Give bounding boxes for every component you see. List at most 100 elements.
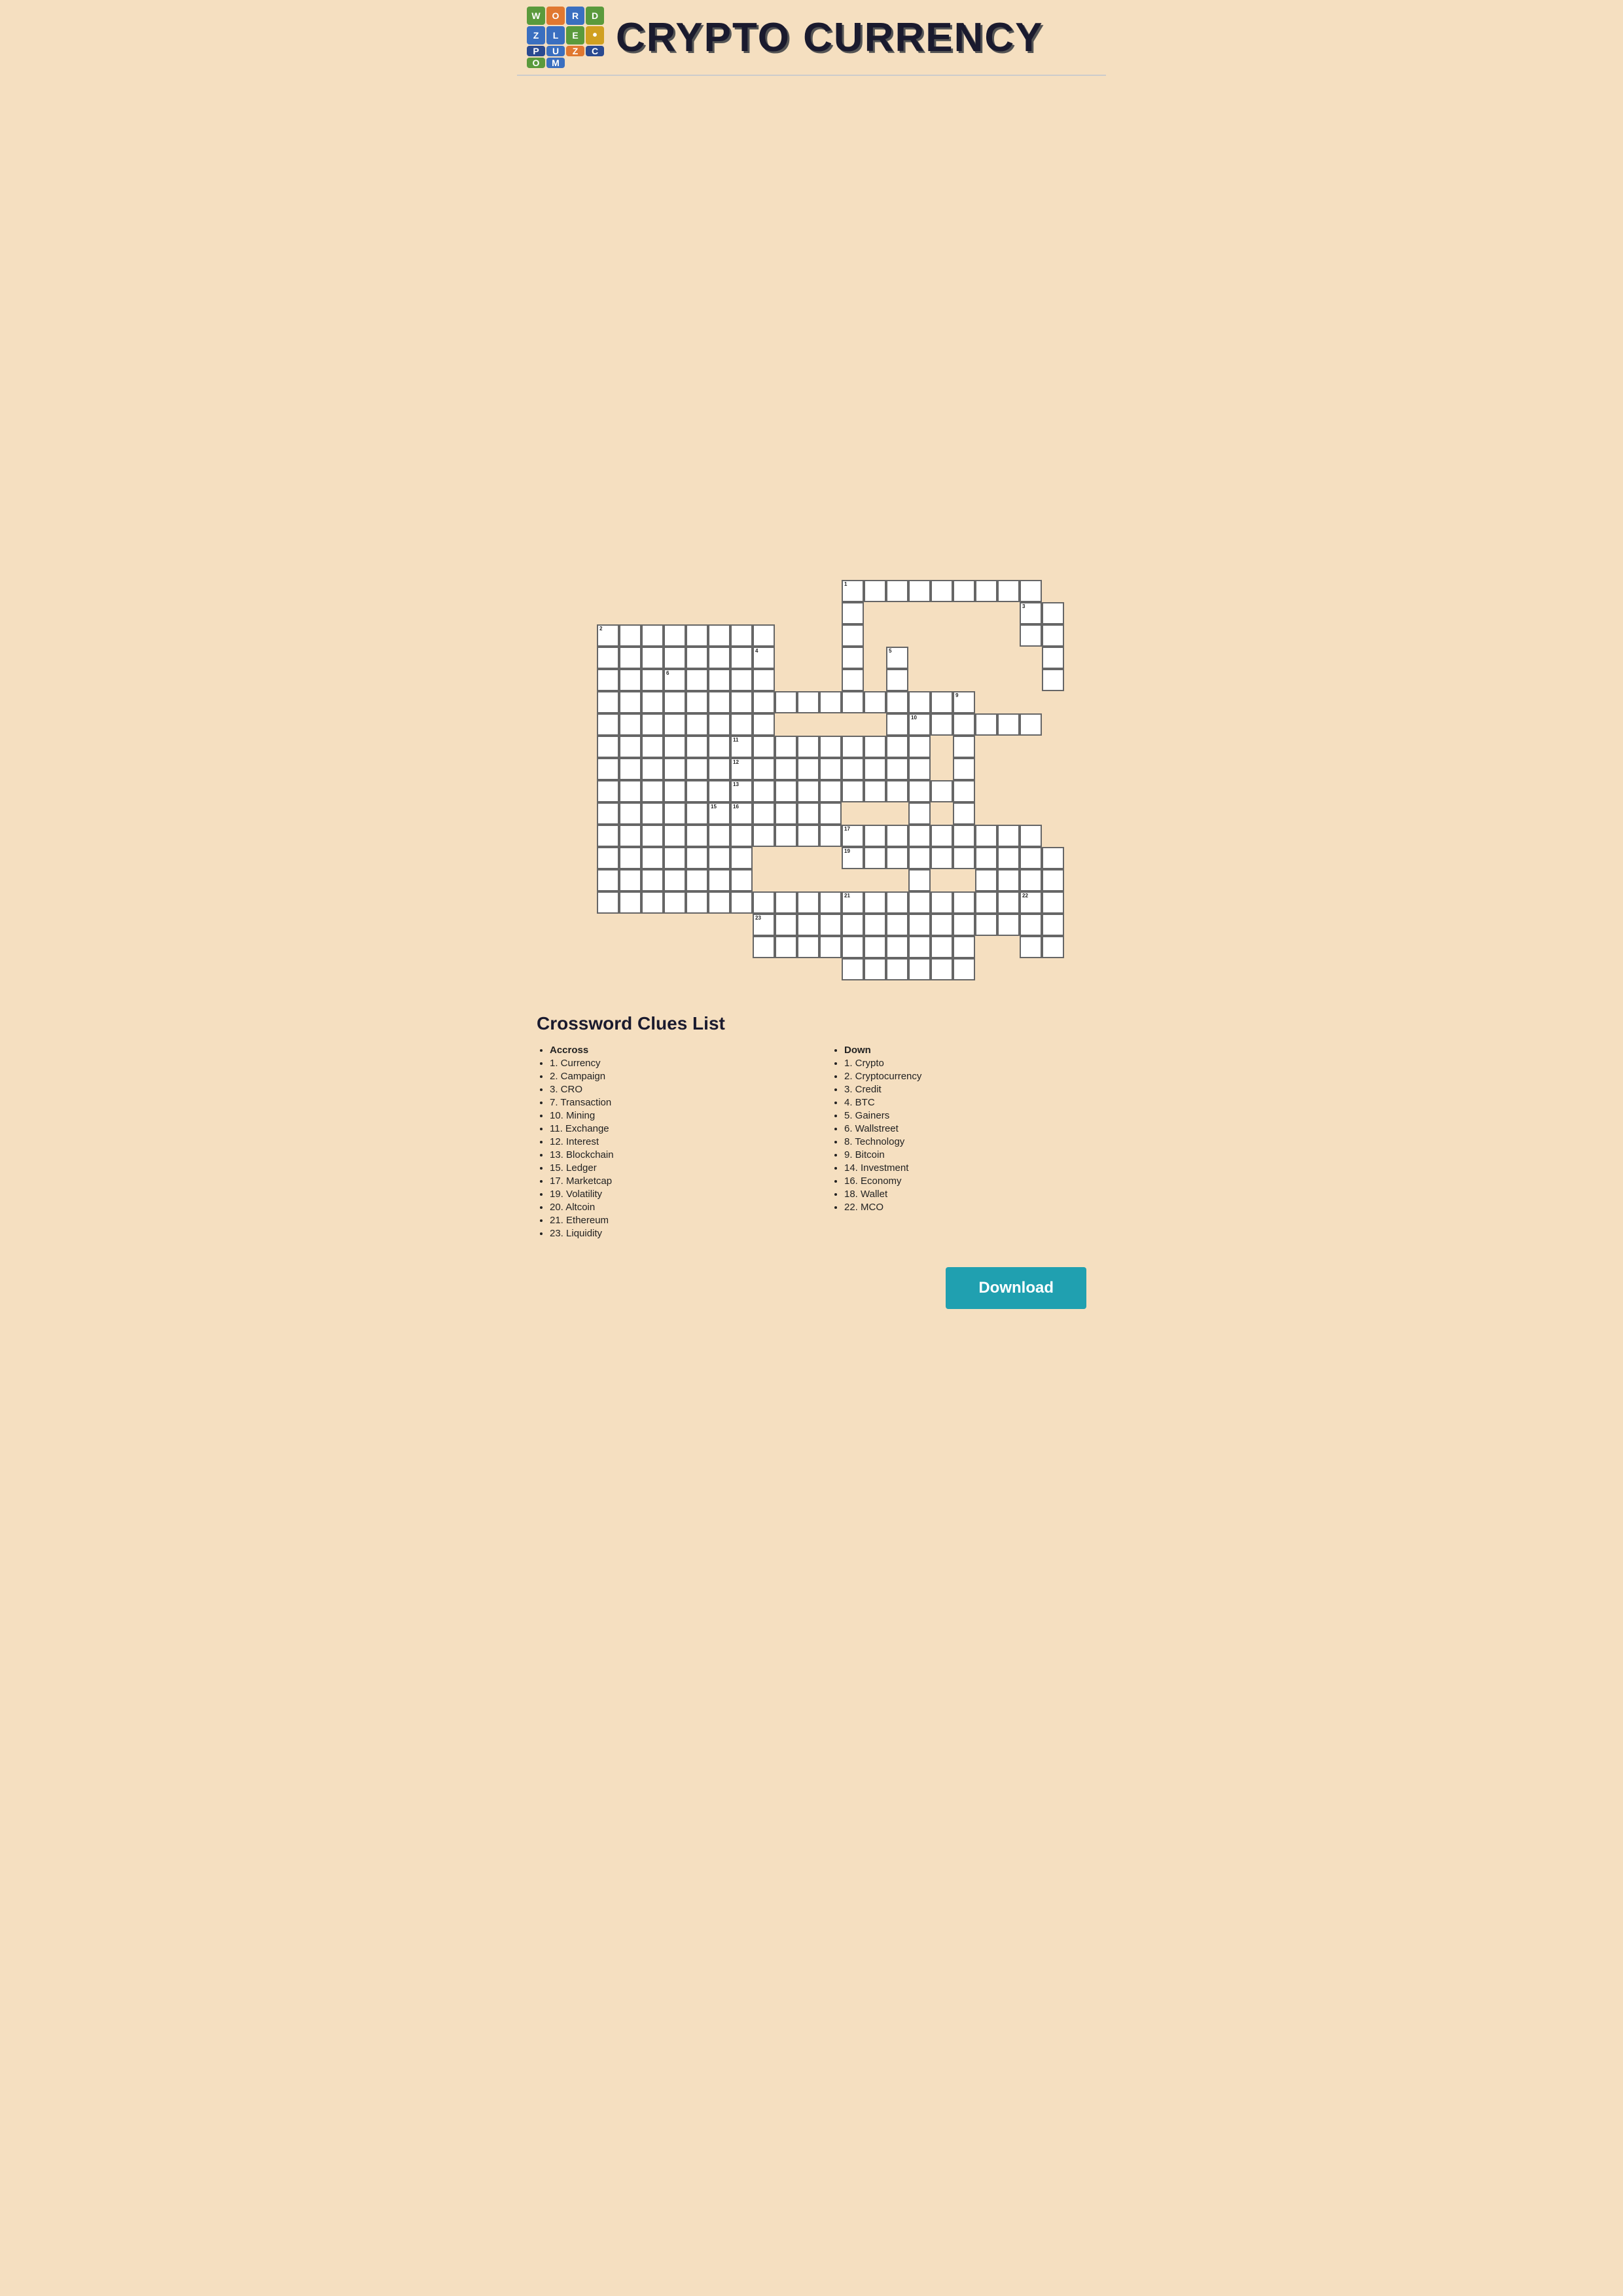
crossword-cell[interactable]: 9 bbox=[953, 691, 975, 713]
crossword-cell[interactable] bbox=[819, 914, 842, 936]
crossword-cell[interactable] bbox=[842, 647, 864, 669]
crossword-cell[interactable] bbox=[931, 691, 953, 713]
crossword-cell[interactable] bbox=[641, 825, 664, 847]
crossword-cell[interactable] bbox=[997, 869, 1020, 891]
crossword-cell[interactable]: 23 bbox=[753, 914, 775, 936]
crossword-cell[interactable]: 13 bbox=[730, 780, 753, 802]
crossword-cell[interactable] bbox=[664, 825, 686, 847]
crossword-cell[interactable] bbox=[597, 758, 619, 780]
crossword-cell[interactable] bbox=[753, 891, 775, 914]
crossword-cell[interactable] bbox=[753, 713, 775, 736]
crossword-cell[interactable] bbox=[775, 736, 797, 758]
crossword-cell[interactable] bbox=[775, 802, 797, 825]
crossword-cell[interactable] bbox=[997, 914, 1020, 936]
crossword-cell[interactable] bbox=[997, 713, 1020, 736]
crossword-cell[interactable] bbox=[886, 825, 908, 847]
crossword-cell[interactable] bbox=[886, 914, 908, 936]
crossword-cell[interactable] bbox=[908, 758, 931, 780]
crossword-cell[interactable] bbox=[953, 825, 975, 847]
crossword-cell[interactable] bbox=[708, 669, 730, 691]
crossword-cell[interactable] bbox=[975, 891, 997, 914]
crossword-cell[interactable] bbox=[1020, 713, 1042, 736]
crossword-cell[interactable] bbox=[619, 891, 641, 914]
crossword-cell[interactable] bbox=[775, 780, 797, 802]
crossword-cell[interactable] bbox=[1042, 869, 1064, 891]
crossword-cell[interactable] bbox=[619, 802, 641, 825]
crossword-cell[interactable] bbox=[619, 624, 641, 647]
crossword-cell[interactable] bbox=[908, 914, 931, 936]
crossword-cell[interactable]: 3 bbox=[1020, 602, 1042, 624]
crossword-cell[interactable] bbox=[597, 691, 619, 713]
crossword-cell[interactable] bbox=[842, 936, 864, 958]
crossword-cell[interactable]: 12 bbox=[730, 758, 753, 780]
crossword-cell[interactable] bbox=[953, 580, 975, 602]
crossword-cell[interactable] bbox=[686, 869, 708, 891]
crossword-cell[interactable] bbox=[819, 780, 842, 802]
crossword-cell[interactable] bbox=[730, 847, 753, 869]
crossword-cell[interactable] bbox=[975, 914, 997, 936]
crossword-cell[interactable] bbox=[619, 691, 641, 713]
crossword-cell[interactable] bbox=[619, 847, 641, 869]
crossword-cell[interactable] bbox=[886, 958, 908, 980]
crossword-cell[interactable] bbox=[1042, 847, 1064, 869]
crossword-cell[interactable] bbox=[597, 736, 619, 758]
crossword-cell[interactable] bbox=[819, 891, 842, 914]
crossword-cell[interactable] bbox=[908, 891, 931, 914]
crossword-cell[interactable] bbox=[819, 736, 842, 758]
crossword-cell[interactable] bbox=[664, 802, 686, 825]
crossword-cell[interactable] bbox=[1042, 669, 1064, 691]
crossword-cell[interactable] bbox=[886, 758, 908, 780]
crossword-cell[interactable] bbox=[775, 691, 797, 713]
crossword-cell[interactable] bbox=[864, 758, 886, 780]
crossword-cell[interactable] bbox=[908, 580, 931, 602]
crossword-cell[interactable] bbox=[864, 914, 886, 936]
crossword-cell[interactable] bbox=[686, 736, 708, 758]
crossword-cell[interactable] bbox=[886, 580, 908, 602]
crossword-cell[interactable] bbox=[908, 736, 931, 758]
crossword-cell[interactable] bbox=[708, 713, 730, 736]
crossword-cell[interactable] bbox=[641, 713, 664, 736]
crossword-cell[interactable]: 22 bbox=[1020, 891, 1042, 914]
crossword-cell[interactable] bbox=[597, 825, 619, 847]
crossword-cell[interactable] bbox=[753, 758, 775, 780]
crossword-cell[interactable] bbox=[842, 780, 864, 802]
crossword-cell[interactable] bbox=[842, 736, 864, 758]
crossword-cell[interactable] bbox=[908, 958, 931, 980]
crossword-cell[interactable] bbox=[753, 736, 775, 758]
crossword-cell[interactable]: 16 bbox=[730, 802, 753, 825]
crossword-cell[interactable] bbox=[797, 891, 819, 914]
crossword-cell[interactable] bbox=[1020, 936, 1042, 958]
crossword-cell[interactable] bbox=[1020, 825, 1042, 847]
crossword-cell[interactable] bbox=[975, 713, 997, 736]
crossword-cell[interactable] bbox=[619, 736, 641, 758]
crossword-cell[interactable] bbox=[797, 914, 819, 936]
crossword-cell[interactable] bbox=[953, 958, 975, 980]
crossword-cell[interactable] bbox=[819, 691, 842, 713]
crossword-cell[interactable] bbox=[886, 936, 908, 958]
crossword-cell[interactable] bbox=[730, 713, 753, 736]
crossword-cell[interactable] bbox=[931, 936, 953, 958]
crossword-cell[interactable] bbox=[686, 624, 708, 647]
crossword-cell[interactable] bbox=[708, 869, 730, 891]
crossword-cell[interactable] bbox=[864, 736, 886, 758]
crossword-cell[interactable] bbox=[597, 847, 619, 869]
crossword-cell[interactable] bbox=[953, 802, 975, 825]
crossword-cell[interactable] bbox=[931, 847, 953, 869]
crossword-cell[interactable] bbox=[641, 891, 664, 914]
crossword-cell[interactable]: 4 bbox=[753, 647, 775, 669]
crossword-cell[interactable] bbox=[1042, 891, 1064, 914]
crossword-cell[interactable] bbox=[664, 891, 686, 914]
crossword-cell[interactable] bbox=[1042, 602, 1064, 624]
crossword-cell[interactable]: 21 bbox=[842, 891, 864, 914]
crossword-cell[interactable] bbox=[708, 624, 730, 647]
crossword-cell[interactable] bbox=[708, 891, 730, 914]
crossword-cell[interactable] bbox=[641, 847, 664, 869]
crossword-cell[interactable] bbox=[664, 780, 686, 802]
crossword-cell[interactable] bbox=[953, 914, 975, 936]
crossword-cell[interactable] bbox=[864, 691, 886, 713]
crossword-cell[interactable] bbox=[797, 780, 819, 802]
crossword-cell[interactable] bbox=[997, 891, 1020, 914]
crossword-cell[interactable] bbox=[597, 891, 619, 914]
crossword-cell[interactable] bbox=[908, 847, 931, 869]
crossword-cell[interactable] bbox=[597, 802, 619, 825]
